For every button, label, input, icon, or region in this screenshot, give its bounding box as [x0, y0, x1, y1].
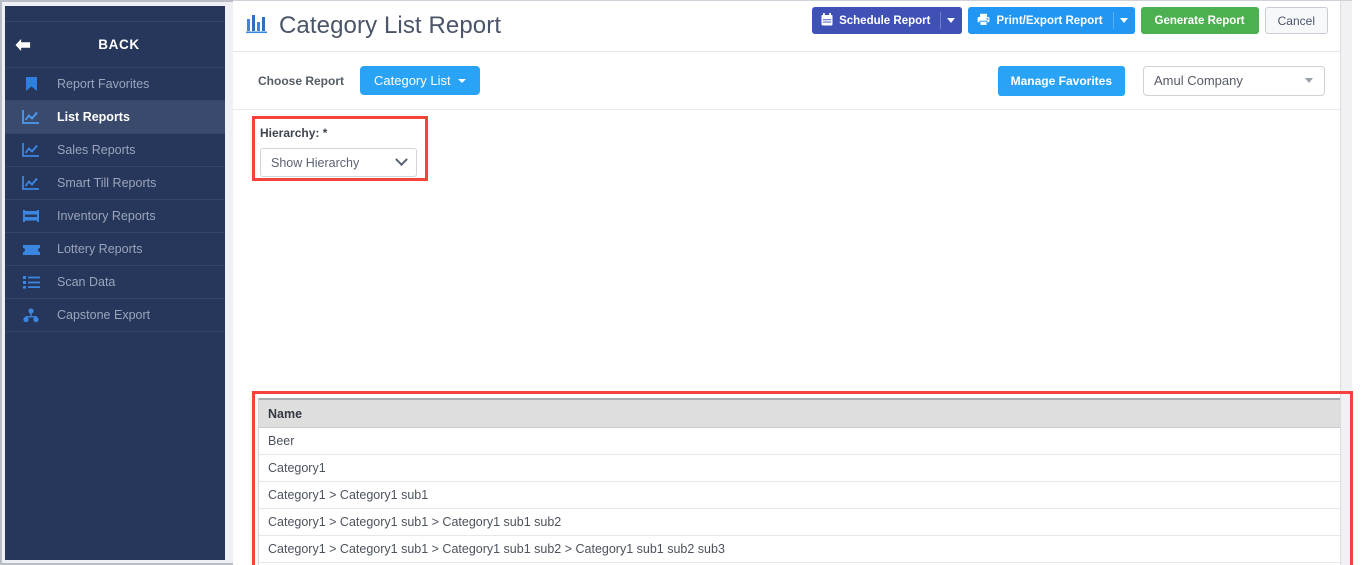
ticket-icon	[5, 243, 57, 256]
sidebar-item-inventory-reports[interactable]: Inventory Reports	[5, 200, 227, 233]
company-select-value: Amul Company	[1154, 73, 1243, 88]
table-header-row: Name	[259, 400, 1343, 428]
chevron-down-icon	[947, 18, 956, 23]
table-cell-name: Category1	[268, 461, 326, 475]
table-row[interactable]: Category1 > Category1 sub1 > Category1 s…	[259, 509, 1343, 536]
list-icon	[5, 275, 57, 289]
sidebar-item-lottery-reports[interactable]: Lottery Reports	[5, 233, 227, 266]
sidebar-item-capstone-export[interactable]: Capstone Export	[5, 299, 227, 332]
printer-icon	[977, 13, 990, 29]
sidebar-item-sales-reports[interactable]: Sales Reports	[5, 134, 227, 167]
chart-line-icon	[5, 142, 57, 158]
table-row[interactable]: Category1 > Category1 sub1	[259, 482, 1343, 509]
sidebar-top-strip	[5, 6, 227, 22]
page-title-wrap: Category List Report	[246, 12, 501, 40]
chart-line-icon	[5, 175, 57, 191]
table-row[interactable]: Category1	[259, 455, 1343, 482]
sidebar-nav: BACK Report Favorites List Reports Sales…	[5, 6, 227, 560]
column-header-name: Name	[268, 406, 303, 421]
table-cell-name: Category1 > Category1 sub1	[268, 488, 429, 502]
caret-down-icon	[457, 78, 466, 83]
schedule-report-label: Schedule Report	[839, 14, 931, 27]
category-list-label: Category List	[374, 73, 451, 88]
category-list-dropdown-button[interactable]: Category List	[360, 66, 480, 95]
page-header: Category List Report Schedule Report Pri…	[233, 1, 1352, 52]
arrow-left-icon	[11, 33, 35, 57]
cancel-button[interactable]: Cancel	[1264, 7, 1328, 34]
bookmark-icon	[5, 76, 57, 92]
table-row[interactable]: Category1 > Category1 sub1 > Category1 s…	[259, 536, 1343, 563]
sidebar-item-label: Scan Data	[57, 275, 116, 289]
chevron-down-icon	[395, 153, 408, 167]
schedule-report-button[interactable]: Schedule Report	[812, 7, 940, 34]
sidebar-panel: BACK Report Favorites List Reports Sales…	[0, 0, 233, 565]
schedule-report-dropdown-toggle[interactable]	[940, 7, 963, 34]
sidebar-item-smart-till-reports[interactable]: Smart Till Reports	[5, 167, 227, 200]
print-export-split-button[interactable]: Print/Export Report	[968, 7, 1135, 34]
hierarchy-select[interactable]: Show Hierarchy	[260, 148, 417, 177]
choose-report-right-group: Manage Favorites Amul Company	[997, 65, 1325, 96]
hierarchy-label: Hierarchy: *	[260, 126, 328, 140]
sidebar-item-label: Sales Reports	[57, 143, 136, 157]
header-action-buttons: Schedule Report Print/Export Report Gene…	[812, 7, 1328, 34]
hierarchy-section: Hierarchy: * Show Hierarchy	[233, 110, 1352, 192]
main-content: Category List Report Schedule Report Pri…	[233, 0, 1353, 565]
chart-line-icon	[5, 109, 57, 125]
table-cell-name: Beer	[268, 434, 295, 448]
bar-chart-icon	[246, 13, 268, 39]
sidebar-item-label: Lottery Reports	[57, 242, 143, 256]
inventory-shelf-icon	[5, 208, 57, 224]
calendar-icon	[821, 12, 833, 29]
sidebar-item-label: Inventory Reports	[57, 209, 156, 223]
table-cell-name: Category1 > Category1 sub1 > Category1 s…	[268, 542, 725, 556]
sitemap-icon	[5, 307, 57, 323]
choose-report-row: Choose Report Category List Manage Favor…	[233, 52, 1352, 110]
main-scrollbar[interactable]	[1340, 1, 1352, 565]
chevron-down-icon	[1119, 18, 1128, 23]
table-cell-name: Category1 > Category1 sub1 > Category1 s…	[268, 515, 562, 529]
choose-report-label: Choose Report	[258, 73, 345, 88]
company-select[interactable]: Amul Company	[1143, 65, 1325, 96]
table-row[interactable]: Beer	[259, 428, 1343, 455]
caret-down-icon	[1305, 78, 1313, 83]
report-table: Name Beer Category1 Category1 > Category…	[258, 398, 1344, 565]
sidebar-item-scan-data[interactable]: Scan Data	[5, 266, 227, 299]
app-root: BACK Report Favorites List Reports Sales…	[0, 0, 1364, 565]
sidebar-item-report-favorites[interactable]: Report Favorites	[5, 68, 227, 101]
sidebar-item-label: List Reports	[57, 110, 130, 124]
sidebar-back-label: BACK	[98, 37, 140, 52]
hierarchy-select-value: Show Hierarchy	[271, 155, 360, 170]
sidebar-item-label: Report Favorites	[57, 77, 150, 91]
manage-favorites-button[interactable]: Manage Favorites	[997, 65, 1125, 96]
print-export-label: Print/Export Report	[996, 14, 1103, 27]
sidebar-back-button[interactable]: BACK	[5, 22, 227, 68]
sidebar-item-label: Smart Till Reports	[57, 176, 157, 190]
generate-report-button[interactable]: Generate Report	[1140, 7, 1259, 34]
print-export-button[interactable]: Print/Export Report	[968, 7, 1112, 34]
page-title: Category List Report	[279, 12, 502, 39]
sidebar-scrollbar[interactable]	[225, 6, 233, 560]
print-export-dropdown-toggle[interactable]	[1112, 7, 1135, 34]
schedule-report-split-button[interactable]: Schedule Report	[812, 7, 963, 34]
sidebar-item-list-reports[interactable]: List Reports	[5, 101, 227, 134]
hierarchy-field-group: Hierarchy: * Show Hierarchy	[260, 126, 417, 177]
sidebar-item-label: Capstone Export	[57, 308, 151, 322]
